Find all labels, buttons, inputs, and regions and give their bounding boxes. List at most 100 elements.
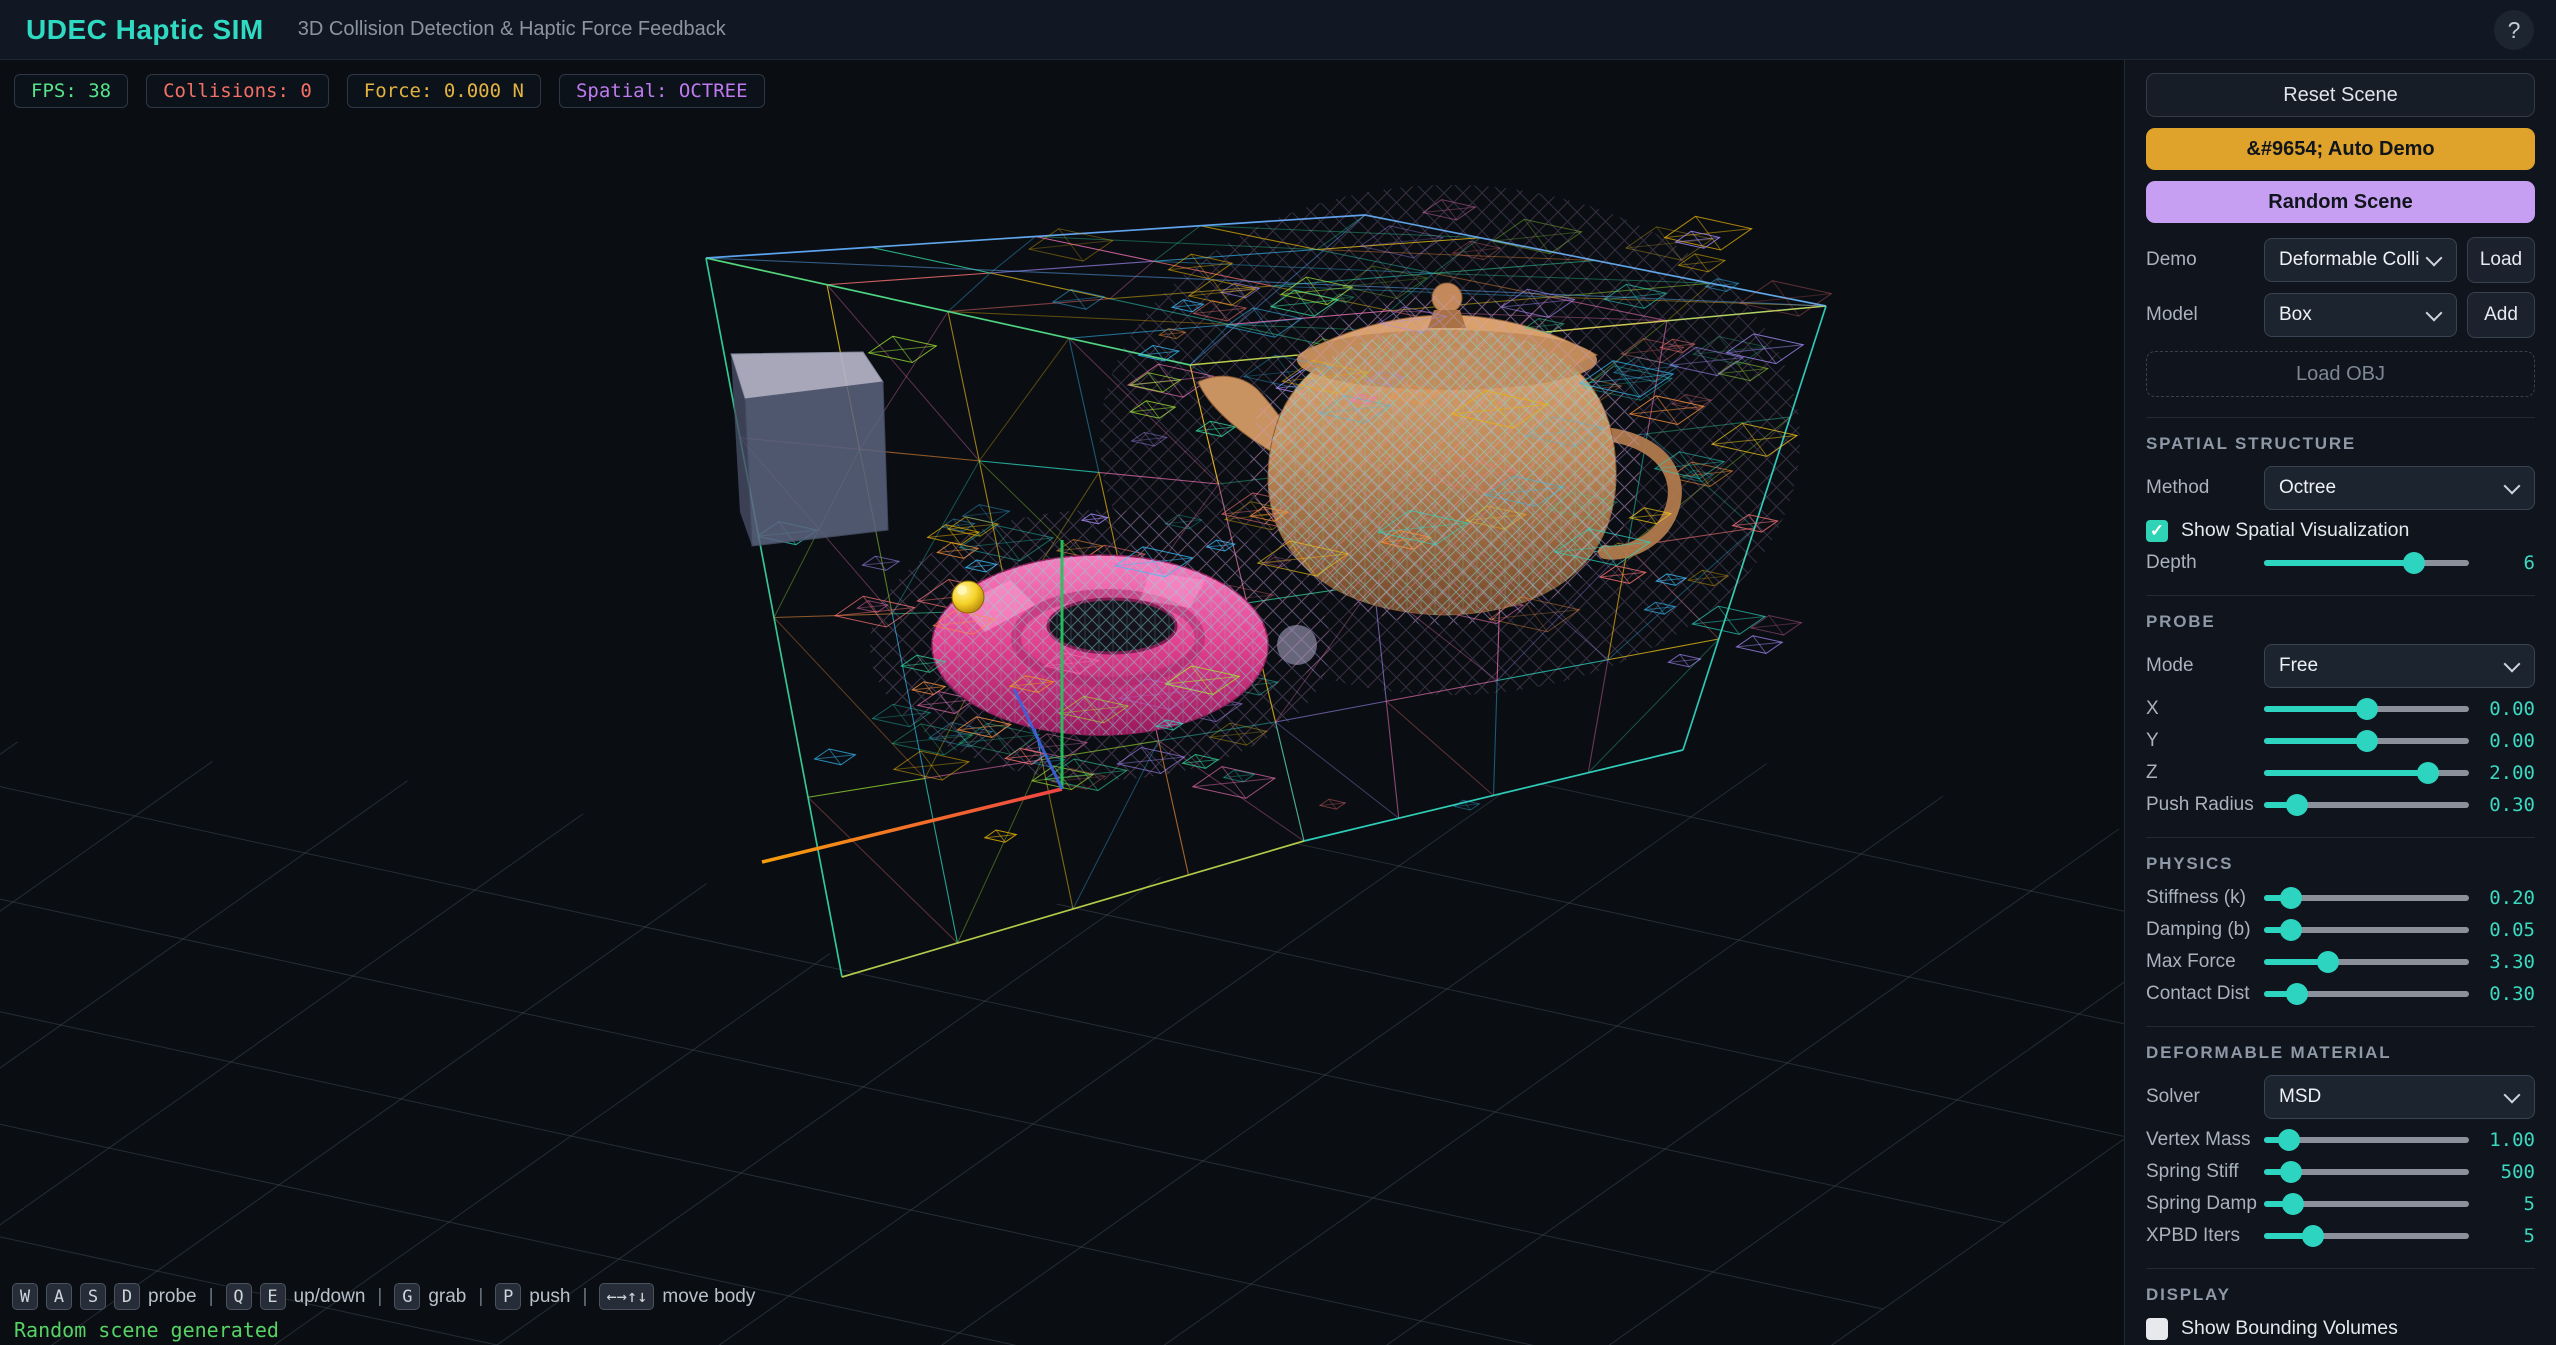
xpbd-iters-row: XPBD Iters 5 (2146, 1224, 2535, 1248)
damping-slider[interactable] (2264, 918, 2469, 942)
question-mark-icon: ? (2508, 17, 2521, 44)
gray-box-mesh (731, 352, 888, 546)
mode-label: Mode (2146, 655, 2264, 677)
method-row: Method Octree (2146, 466, 2535, 510)
spring-stiff-value: 500 (2469, 1161, 2535, 1183)
spring-stiff-slider[interactable] (2264, 1160, 2469, 1184)
viewport-3d-scene[interactable] (0, 60, 2124, 1345)
probe-y-row: Y 0.00 (2146, 729, 2535, 753)
header-bar: UDEC Haptic SIM 3D Collision Detection &… (0, 0, 2556, 60)
key-a: A (46, 1283, 72, 1310)
max-force-slider[interactable] (2264, 950, 2469, 974)
stiffness-label: Stiffness (k) (2146, 887, 2264, 909)
contact-dist-slider[interactable] (2264, 982, 2469, 1006)
method-select[interactable]: Octree (2264, 466, 2535, 510)
section-title-spatial: SPATIAL STRUCTURE (2146, 434, 2535, 454)
depth-slider[interactable] (2264, 551, 2469, 575)
key-e: E (260, 1283, 286, 1310)
slider-thumb[interactable] (2286, 794, 2308, 816)
probe-x-row: X 0.00 (2146, 697, 2535, 721)
push-radius-slider[interactable] (2264, 793, 2469, 817)
help-button[interactable]: ? (2494, 10, 2534, 50)
slider-thumb[interactable] (2280, 1161, 2302, 1183)
divider (2146, 1268, 2535, 1269)
depth-slider-row: Depth 6 (2146, 551, 2535, 575)
mode-select-value: Free (2279, 655, 2498, 677)
divider (2146, 595, 2535, 596)
section-title-physics: PHYSICS (2146, 854, 2535, 874)
slider-thumb[interactable] (2280, 919, 2302, 941)
slider-thumb[interactable] (2417, 762, 2439, 784)
spatial-badge: Spatial: OCTREE (559, 74, 765, 108)
hint-separator: | (583, 1286, 588, 1308)
check-icon: ✓ (2150, 521, 2164, 541)
model-select[interactable]: Box (2264, 293, 2457, 337)
max-force-row: Max Force 3.30 (2146, 950, 2535, 974)
hint-separator: | (377, 1286, 382, 1308)
slider-fill (2264, 770, 2428, 776)
vertex-mass-slider[interactable] (2264, 1128, 2469, 1152)
hint-separator: | (209, 1286, 214, 1308)
slider-thumb[interactable] (2278, 1129, 2300, 1151)
solver-label: Solver (2146, 1086, 2264, 1108)
slider-thumb[interactable] (2286, 983, 2308, 1005)
probe-x-value: 0.00 (2469, 698, 2535, 720)
demo-select[interactable]: Deformable Collisions (2264, 238, 2457, 282)
chevron-down-icon (2504, 1087, 2521, 1104)
spring-stiff-row: Spring Stiff 500 (2146, 1160, 2535, 1184)
probe-z-slider[interactable] (2264, 761, 2469, 785)
slider-thumb[interactable] (2280, 887, 2302, 909)
show-bounding-volumes-label: Show Bounding Volumes (2181, 1317, 2398, 1340)
show-bounding-volumes-row: ✓ Show Bounding Volumes (2146, 1317, 2535, 1340)
depth-value: 6 (2469, 552, 2535, 574)
mode-row: Mode Free (2146, 644, 2535, 688)
slider-thumb[interactable] (2356, 730, 2378, 752)
contact-dist-value: 0.30 (2469, 983, 2535, 1005)
solver-select[interactable]: MSD (2264, 1075, 2535, 1119)
app-window: UDEC Haptic SIM 3D Collision Detection &… (0, 0, 2556, 1345)
spring-damp-slider[interactable] (2264, 1192, 2469, 1216)
add-model-button[interactable]: Add (2467, 292, 2535, 338)
model-select-value: Box (2279, 304, 2420, 326)
load-obj-button[interactable]: Load OBJ (2146, 351, 2535, 397)
solver-select-value: MSD (2279, 1086, 2498, 1108)
model-label: Model (2146, 304, 2264, 326)
key-q: Q (226, 1283, 252, 1310)
spring-damp-value: 5 (2469, 1193, 2535, 1215)
show-bounding-volumes-checkbox[interactable]: ✓ (2146, 1318, 2168, 1340)
probe-sphere (952, 581, 984, 613)
slider-thumb[interactable] (2356, 698, 2378, 720)
push-radius-value: 0.30 (2469, 794, 2535, 816)
mode-select[interactable]: Free (2264, 644, 2535, 688)
slider-fill (2264, 738, 2367, 744)
key-g: G (394, 1283, 420, 1310)
reset-scene-button[interactable]: Reset Scene (2146, 73, 2535, 117)
method-select-value: Octree (2279, 477, 2498, 499)
random-scene-button[interactable]: Random Scene (2146, 181, 2535, 223)
probe-z-row: Z 2.00 (2146, 761, 2535, 785)
key-w: W (12, 1283, 38, 1310)
fps-badge: FPS: 38 (14, 74, 128, 108)
probe-y-slider[interactable] (2264, 729, 2469, 753)
teapot-mesh (1100, 185, 1800, 695)
hint-push-label: push (529, 1286, 570, 1308)
probe-y-value: 0.00 (2469, 730, 2535, 752)
slider-thumb[interactable] (2302, 1225, 2324, 1247)
slider-thumb[interactable] (2282, 1193, 2304, 1215)
spring-stiff-label: Spring Stiff (2146, 1161, 2264, 1183)
xpbd-iters-label: XPBD Iters (2146, 1225, 2264, 1247)
auto-demo-button[interactable]: &#9654; Auto Demo (2146, 128, 2535, 170)
stiffness-slider[interactable] (2264, 886, 2469, 910)
xpbd-iters-slider[interactable] (2264, 1224, 2469, 1248)
slider-thumb[interactable] (2317, 951, 2339, 973)
divider (2146, 1026, 2535, 1027)
slider-thumb[interactable] (2403, 552, 2425, 574)
section-title-material: DEFORMABLE MATERIAL (2146, 1043, 2535, 1063)
divider (2146, 417, 2535, 418)
section-title-probe: PROBE (2146, 612, 2535, 632)
key-p: P (495, 1283, 521, 1310)
load-demo-button[interactable]: Load (2467, 237, 2535, 283)
show-spatial-viz-checkbox[interactable]: ✓ (2146, 520, 2168, 542)
slider-fill (2264, 560, 2414, 566)
probe-x-slider[interactable] (2264, 697, 2469, 721)
